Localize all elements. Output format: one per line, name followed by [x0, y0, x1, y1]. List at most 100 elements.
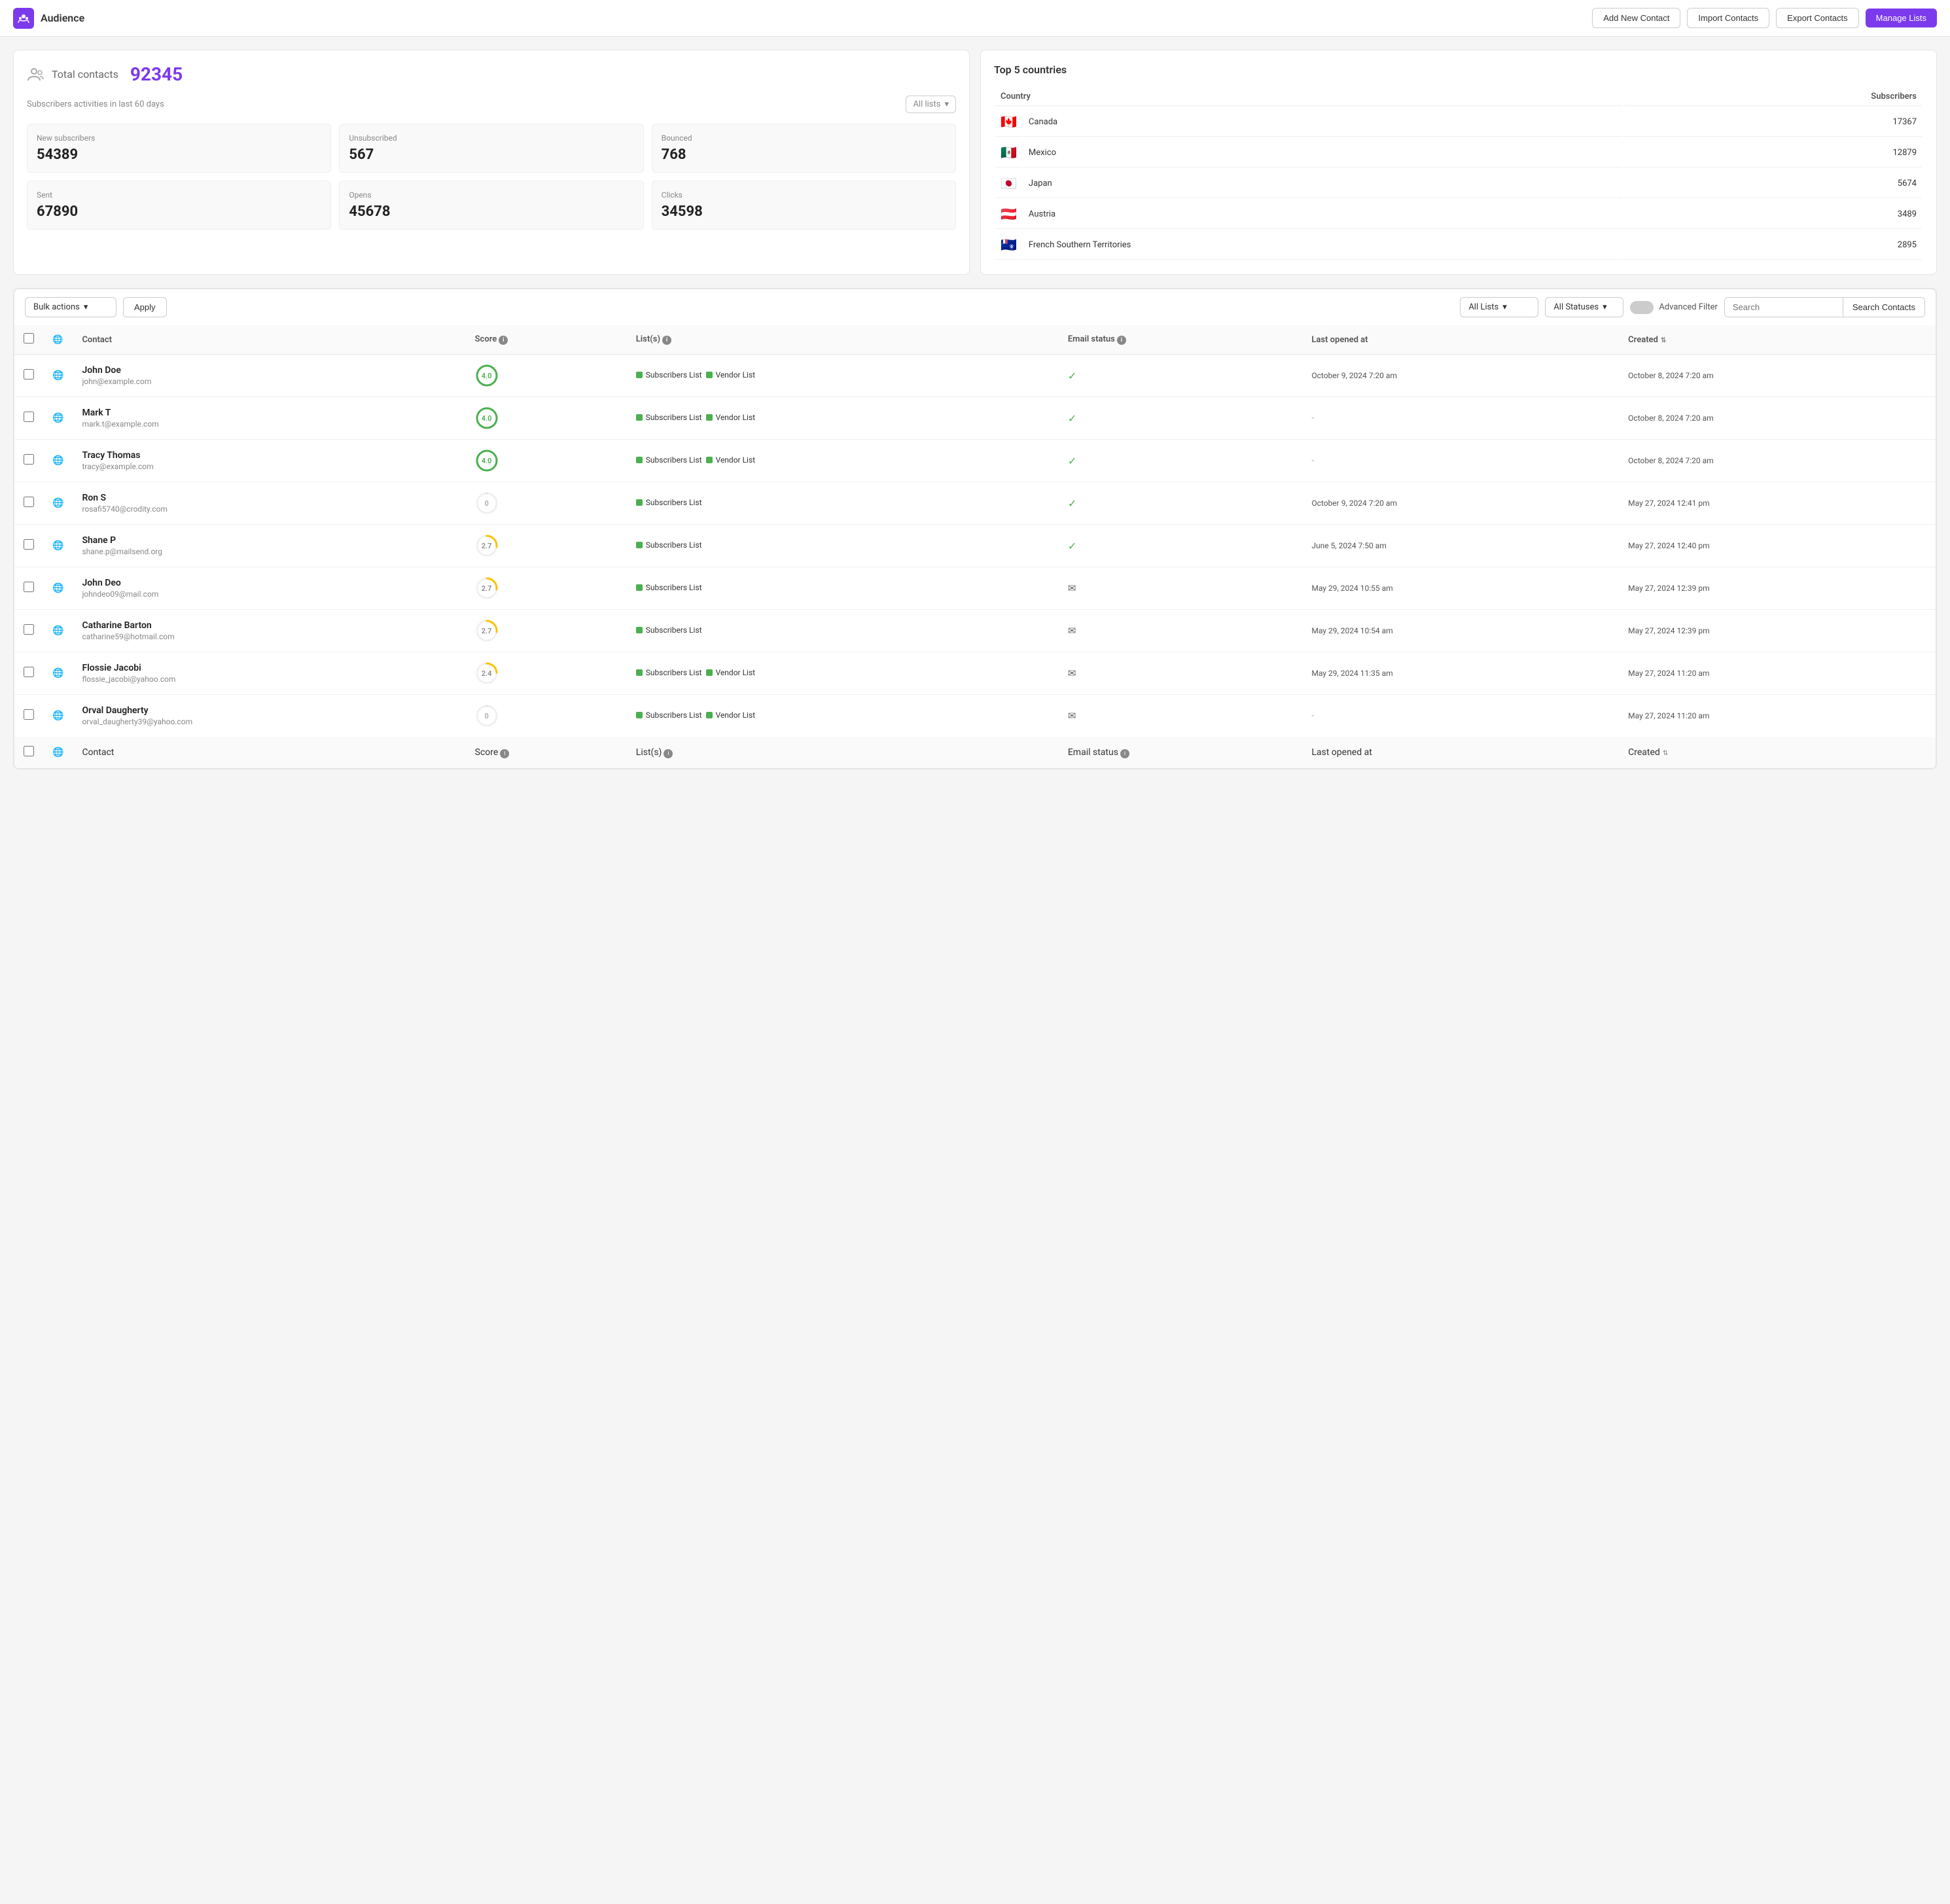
- list-tag: Subscribers List: [636, 413, 702, 422]
- country-name: Austria: [1023, 200, 1623, 229]
- list-dot-icon: [706, 372, 713, 378]
- app-logo: Audience: [13, 8, 84, 29]
- row-checkbox[interactable]: [24, 412, 34, 422]
- all-lists-dropdown[interactable]: All lists ▾: [906, 96, 956, 113]
- score-number: 0: [475, 491, 499, 515]
- score-cell: 2.7: [466, 567, 627, 610]
- select-all-checkbox[interactable]: [24, 333, 34, 344]
- last-opened-date: October 9, 2024 7:20 am: [1311, 371, 1397, 380]
- contact-name[interactable]: Mark T: [82, 408, 456, 418]
- bulk-actions-dropdown[interactable]: Bulk actions ▾: [25, 297, 116, 317]
- created-cell: October 8, 2024 7:20 am: [1619, 355, 1936, 397]
- list-dot-icon: [636, 499, 643, 506]
- footer-email-status-info-icon[interactable]: i: [1120, 749, 1129, 758]
- contact-email: shane.p@mailsend.org: [82, 547, 456, 556]
- search-contacts-button[interactable]: Search Contacts: [1843, 298, 1924, 317]
- countries-title: Top 5 countries: [994, 63, 1923, 76]
- chevron-down-icon: ▾: [944, 99, 949, 109]
- row-globe-icon: 🌐: [52, 583, 63, 593]
- contact-name[interactable]: Catharine Barton: [82, 620, 456, 631]
- email-status-cell: ✓: [1059, 482, 1303, 525]
- last-opened-cell: May 29, 2024 10:55 am: [1302, 567, 1619, 610]
- apply-button[interactable]: Apply: [123, 297, 167, 317]
- table-row: 🌐 Catharine Barton catharine59@hotmail.c…: [14, 610, 1936, 652]
- contact-name[interactable]: John Deo: [82, 578, 456, 588]
- score-number: 2.4: [475, 661, 499, 685]
- stat-value: 768: [662, 147, 946, 163]
- search-input[interactable]: [1725, 298, 1843, 317]
- all-statuses-filter-dropdown[interactable]: All Statuses ▾: [1545, 297, 1623, 317]
- check-icon: ✓: [1068, 370, 1076, 382]
- email-status-info-icon[interactable]: i: [1117, 336, 1126, 345]
- contacts-icon: [27, 65, 45, 84]
- import-contacts-button[interactable]: Import Contacts: [1687, 8, 1769, 28]
- last-opened-cell: May 29, 2024 10:54 am: [1302, 610, 1619, 652]
- email-status-cell: ✉: [1059, 695, 1303, 737]
- contact-cell: John Doe john@example.com: [73, 355, 465, 397]
- advanced-filter-toggle-row: Advanced Filter: [1630, 301, 1718, 314]
- footer-select-all-checkbox[interactable]: [24, 746, 34, 756]
- contact-name[interactable]: Tracy Thomas: [82, 450, 456, 461]
- advanced-filter-toggle[interactable]: [1630, 301, 1654, 314]
- row-globe-icon: 🌐: [52, 455, 63, 466]
- countries-table: Country Subscribers 🇨🇦 Canada 17367 🇲🇽 M…: [994, 86, 1923, 261]
- score-number: 4.0: [475, 364, 499, 387]
- row-checkbox[interactable]: [24, 709, 34, 720]
- list-tag: Subscribers List: [636, 626, 702, 635]
- score-badge: 0: [475, 704, 499, 728]
- stat-label: New subscribers: [37, 133, 321, 143]
- last-opened-date: May 29, 2024 10:55 am: [1311, 584, 1392, 593]
- contact-cell: Tracy Thomas tracy@example.com: [73, 440, 465, 482]
- contact-name[interactable]: Shane P: [82, 535, 456, 546]
- contact-cell: Flossie Jacobi flossie_jacobi@yahoo.com: [73, 652, 465, 695]
- stat-box: New subscribers 54389: [27, 124, 331, 173]
- footer-col-score: Scorei: [466, 737, 627, 768]
- export-contacts-button[interactable]: Export Contacts: [1776, 8, 1859, 28]
- add-contact-button[interactable]: Add New Contact: [1592, 8, 1680, 28]
- row-checkbox[interactable]: [24, 369, 34, 379]
- row-checkbox[interactable]: [24, 667, 34, 677]
- created-sort-icon[interactable]: ⇅: [1661, 337, 1666, 344]
- contact-name[interactable]: John Doe: [82, 365, 456, 376]
- stat-box: Unsubscribed567: [339, 124, 643, 173]
- list-item: 🇨🇦 Canada 17367: [995, 107, 1922, 137]
- stats-card: Total contacts 92345 Subscribers activit…: [13, 50, 970, 275]
- all-lists-filter-dropdown[interactable]: All Lists ▾: [1460, 297, 1538, 317]
- col-subscribers: Subscribers: [1624, 88, 1922, 106]
- list-dot-icon: [636, 669, 643, 676]
- country-flag: 🇲🇽: [1001, 145, 1017, 160]
- row-globe-icon: 🌐: [52, 626, 63, 636]
- col-lists-header: List(s)i: [627, 325, 1059, 355]
- table-row: 🌐 John Deo johndeo09@mail.com 2.7 Subscr…: [14, 567, 1936, 610]
- check-icon: ✓: [1068, 455, 1076, 467]
- contact-name[interactable]: Ron S: [82, 493, 456, 503]
- list-tag: Vendor List: [706, 413, 756, 422]
- row-checkbox[interactable]: [24, 624, 34, 635]
- manage-lists-button[interactable]: Manage Lists: [1866, 9, 1937, 27]
- list-tag: Subscribers List: [636, 498, 702, 507]
- footer-created-sort-icon[interactable]: ⇅: [1663, 750, 1668, 757]
- stat-value: 54389: [37, 147, 321, 163]
- contact-name[interactable]: Flossie Jacobi: [82, 663, 456, 673]
- stats-subtitle: Subscribers activities in last 60 days A…: [27, 96, 956, 113]
- score-info-icon[interactable]: i: [499, 336, 508, 345]
- total-contacts-count: 92345: [130, 63, 183, 85]
- col-last-opened-header: Last opened at: [1302, 325, 1619, 355]
- score-badge: 2.7: [475, 534, 499, 557]
- contact-name[interactable]: Orval Daugherty: [82, 705, 456, 716]
- row-checkbox[interactable]: [24, 582, 34, 592]
- footer-score-info-icon[interactable]: i: [500, 749, 509, 758]
- list-tag: Subscribers List: [636, 540, 702, 550]
- stat-box: Opens45678: [339, 181, 643, 230]
- row-checkbox[interactable]: [24, 539, 34, 550]
- row-checkbox[interactable]: [24, 497, 34, 507]
- created-cell: May 27, 2024 12:39 pm: [1619, 610, 1936, 652]
- score-number: 2.7: [475, 534, 499, 557]
- email-status-cell: ✉: [1059, 652, 1303, 695]
- country-count: 17367: [1624, 107, 1922, 137]
- footer-lists-info-icon[interactable]: i: [664, 749, 673, 758]
- row-checkbox[interactable]: [24, 454, 34, 465]
- country-flag: 🇦🇹: [1001, 206, 1017, 222]
- lists-info-icon[interactable]: i: [662, 336, 671, 345]
- total-contacts-label: Total contacts: [52, 68, 118, 80]
